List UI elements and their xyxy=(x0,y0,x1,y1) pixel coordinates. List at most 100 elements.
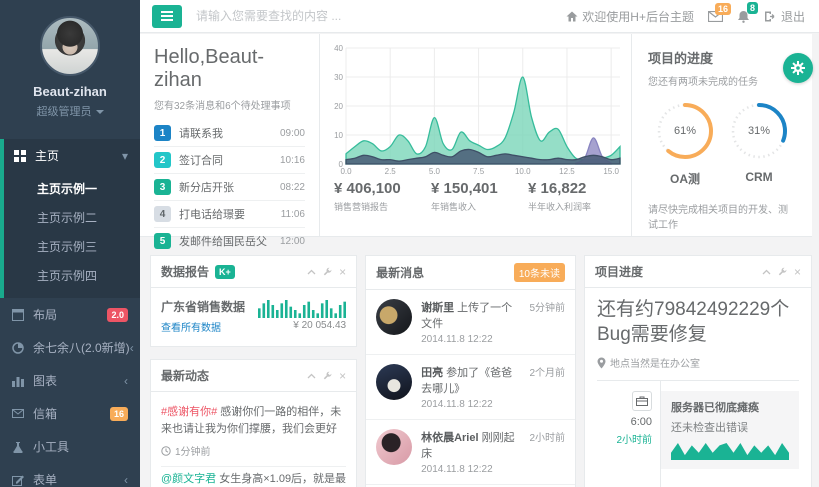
wrench-icon[interactable] xyxy=(323,267,332,276)
sidebar-item-charts[interactable]: 图表 ‹ xyxy=(0,364,140,397)
timeline-item: 7:00 3小时前 修复了0.5个bug 重启服务 xyxy=(597,479,799,487)
sidebar-toggle-button[interactable] xyxy=(152,5,182,28)
search-input[interactable] xyxy=(196,9,476,23)
feed-item: #感谢有你# 感谢你们一路的相伴，未来也请让我为你们撑腰，我们会更好 1分钟前 xyxy=(161,400,346,467)
mail-count-badge: 16 xyxy=(110,407,128,421)
sidebar-subitem-1[interactable]: 主页示例一 xyxy=(4,174,140,203)
unread-badge: 10条未读 xyxy=(514,263,565,282)
home-icon xyxy=(566,11,578,22)
user-avatar[interactable] xyxy=(40,16,100,76)
sales-area-chart: 0102030400.02.55.07.510.012.515.0 xyxy=(330,42,622,178)
svg-text:10: 10 xyxy=(334,131,343,140)
svg-text:2.5: 2.5 xyxy=(385,167,397,176)
sidebar-item-forms[interactable]: 表单 ‹ xyxy=(0,463,140,487)
server-sparkline xyxy=(671,441,789,461)
message-ago: 2小时前 xyxy=(529,429,565,475)
column-middle: 最新消息 10条未读 谢斯里 上传了一个文件 2014.11.8 12:22 5… xyxy=(365,255,576,487)
message-sender[interactable]: 田亮 xyxy=(421,367,443,379)
task-list: 1 请联系我 09:00 2 签订合同 10:16 3 新分店开张 08:22 … xyxy=(154,120,305,254)
message-sender[interactable]: 林依晨Ariel xyxy=(421,432,478,444)
mention-link[interactable]: @颜文字君 xyxy=(161,473,216,485)
dashboard-page: Beaut-zihan 超级管理员 主页 ▾ 主页示例一 主页示例二 主页示例三… xyxy=(0,0,819,487)
notification-badge: 8 xyxy=(747,2,758,14)
message-date: 2014.11.8 12:22 xyxy=(421,464,521,475)
clock-icon xyxy=(161,446,171,456)
donut-label: CRM xyxy=(728,170,790,184)
user-role-dropdown[interactable]: 超级管理员 xyxy=(0,103,140,119)
pie-icon xyxy=(12,342,26,354)
task-number-badge: 3 xyxy=(154,179,171,195)
panel-title: 项目进度 xyxy=(595,263,643,280)
settings-button[interactable] xyxy=(783,53,813,83)
report-sparkline xyxy=(258,298,346,318)
data-report-panel: 数据报告 K+ × 广东省销售数据 查看所有数据 ¥ 20 xyxy=(150,255,357,347)
sidebar-nav: 主页 ▾ 主页示例一 主页示例二 主页示例三 主页示例四 布局 2.0 余七余八… xyxy=(0,139,140,487)
message-sender[interactable]: 谢斯里 xyxy=(421,302,454,314)
close-icon[interactable]: × xyxy=(339,266,346,278)
task-number-badge: 2 xyxy=(154,152,171,168)
task-number-badge: 4 xyxy=(154,206,171,222)
view-all-data-link[interactable]: 查看所有数据 xyxy=(161,319,258,334)
column-left: 数据报告 K+ × 广东省销售数据 查看所有数据 ¥ 20 xyxy=(150,255,357,487)
collapse-icon[interactable] xyxy=(307,373,316,379)
svg-text:20: 20 xyxy=(334,102,343,111)
k-plus-badge: K+ xyxy=(215,265,235,279)
message-row[interactable]: 田亮 参加了《爸爸去哪儿》 2014.11.8 12:22 2个月前 xyxy=(366,355,575,420)
panel-title: 数据报告 xyxy=(161,263,209,280)
message-ago: 5分钟前 xyxy=(529,299,565,345)
message-ago: 2个月前 xyxy=(529,364,565,410)
nav-group-home: 主页 ▾ 主页示例一 主页示例二 主页示例三 主页示例四 xyxy=(0,139,140,298)
bar-chart-icon xyxy=(12,375,26,387)
sign-out-icon xyxy=(764,11,777,22)
task-row[interactable]: 4 打电话给璟要 11:06 xyxy=(154,201,305,228)
chevron-left-icon: ‹ xyxy=(124,474,128,486)
collapse-icon[interactable] xyxy=(762,269,771,275)
mail-button[interactable]: 16 xyxy=(708,11,723,22)
task-number-badge: 5 xyxy=(154,233,171,249)
sidebar-item-mailbox[interactable]: 信箱 16 xyxy=(0,397,140,430)
notifications-button[interactable]: 8 xyxy=(737,10,750,23)
report-region: 广东省销售数据 xyxy=(161,298,258,315)
wrench-icon[interactable] xyxy=(778,267,787,276)
sidebar-subitem-3[interactable]: 主页示例三 xyxy=(4,232,140,261)
version-badge: 2.0 xyxy=(107,308,128,322)
panel-title: 最新动态 xyxy=(161,367,209,384)
chevron-left-icon: ‹ xyxy=(130,342,134,354)
collapse-icon[interactable] xyxy=(307,269,316,275)
task-row[interactable]: 2 签订合同 10:16 xyxy=(154,147,305,174)
task-row[interactable]: 3 新分店开张 08:22 xyxy=(154,174,305,201)
wrench-icon[interactable] xyxy=(323,371,332,380)
report-amount: ¥ 20 054.43 xyxy=(258,320,346,331)
sidebar-subitem-2[interactable]: 主页示例二 xyxy=(4,203,140,232)
sidebar-item-home[interactable]: 主页 ▾ xyxy=(4,139,140,172)
activity-feed: #感谢有你# 感谢你们一路的相伴，未来也请让我为你们撑腰，我们会更好 1分钟前 … xyxy=(151,392,356,487)
donut-percent: 61% xyxy=(654,100,716,162)
svg-text:7.5: 7.5 xyxy=(473,167,485,176)
task-row[interactable]: 1 请联系我 09:00 xyxy=(154,120,305,147)
timeline: 6:00 2小时前 服务器已彻底瘫痪 还未检查出错误 xyxy=(597,380,799,487)
sidebar-item-layout[interactable]: 布局 2.0 xyxy=(0,298,140,331)
logout-button[interactable]: 退出 xyxy=(764,8,805,25)
close-icon[interactable]: × xyxy=(339,370,346,382)
sidebar-item-new-features[interactable]: 余七余八(2.0新增) ‹ xyxy=(0,331,140,364)
task-row[interactable]: 5 发邮件给国民岳父 12:00 xyxy=(154,228,305,254)
panel-title: 最新消息 xyxy=(376,264,424,281)
panel-title: 项目的进度 xyxy=(648,48,796,67)
close-icon[interactable]: × xyxy=(794,266,801,278)
timeline-text: 还未检查出错误 xyxy=(671,419,789,435)
welcome-link[interactable]: 欢迎使用H+后台主题 xyxy=(566,8,694,25)
column-right: 项目进度 × 还有约79842492229个Bug需要修复 地点当然是在办公室 xyxy=(584,255,812,487)
edit-icon xyxy=(12,474,26,486)
avatar xyxy=(376,364,412,400)
panel-subtitle: 您还有两项未完成的任务 xyxy=(648,73,796,88)
stat-half-year-margin: ¥ 16,822 半年收入利润率 xyxy=(524,180,621,213)
svg-text:0.0: 0.0 xyxy=(340,167,352,176)
timeline-title: 服务器已彻底瘫痪 xyxy=(671,399,789,415)
message-row[interactable]: 谢斯里 上传了一个文件 2014.11.8 12:22 5分钟前 xyxy=(366,290,575,355)
message-row[interactable]: 林依晨Ariel 刚刚起床 2014.11.8 12:22 2小时前 xyxy=(366,420,575,485)
feed-item: @颜文字君 女生身高×1.09后，就是最适合你的男生身高；相反，男生身高÷1.0… xyxy=(161,467,346,487)
donut-label: OA测 xyxy=(654,170,716,187)
sidebar-item-widgets[interactable]: 小工具 xyxy=(0,430,140,463)
sidebar-subitem-4[interactable]: 主页示例四 xyxy=(4,261,140,290)
hashtag-link[interactable]: #感谢有你# xyxy=(161,406,217,418)
